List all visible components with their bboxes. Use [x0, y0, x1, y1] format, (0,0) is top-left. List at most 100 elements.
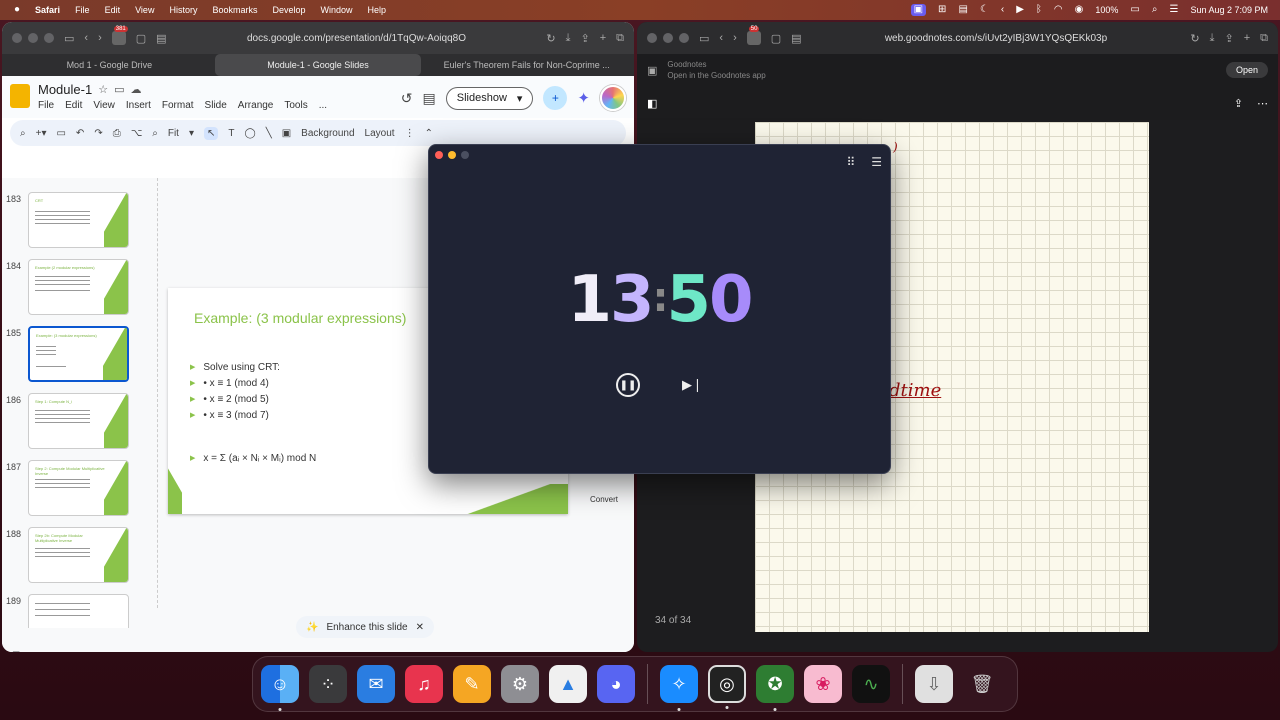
collapse-icon[interactable]: ⌃ [425, 128, 433, 139]
thumbnail-row[interactable]: 189 [2, 594, 134, 628]
reload-icon[interactable]: ↻ [1190, 32, 1199, 45]
window-controls[interactable] [12, 33, 54, 43]
downloads-icon[interactable]: ⇩ [915, 665, 953, 703]
slide-thumbnail-selected[interactable]: Example: (3 modular expressions) [28, 326, 129, 382]
tab-overview-icon[interactable]: ⧉ [616, 32, 624, 45]
menu-help[interactable]: Help [368, 5, 387, 15]
search-icon[interactable]: ⌕ [1152, 5, 1158, 15]
menu-edit[interactable]: Edit [105, 5, 121, 15]
undo-icon[interactable]: ↶ [76, 128, 84, 139]
line-icon[interactable]: ╲ [266, 128, 272, 139]
grid-icon[interactable]: ⊞ [938, 5, 946, 15]
menu-slide[interactable]: Slide [205, 100, 227, 111]
battery-icon[interactable]: ▭ [1130, 5, 1139, 15]
text-box-icon[interactable]: T [228, 128, 234, 139]
menu-format[interactable]: Format [162, 100, 194, 111]
menu-view[interactable]: View [93, 100, 115, 111]
pdf-icon[interactable]: ❀ [804, 665, 842, 703]
play-icon[interactable]: ▶ [1016, 5, 1024, 15]
gemini-icon[interactable]: ✦ [577, 89, 590, 107]
page-icon[interactable]: ▢ [136, 32, 146, 45]
obs-icon[interactable]: ◎ [708, 665, 746, 709]
menu-view[interactable]: View [135, 5, 154, 15]
page-icon[interactable]: ▢ [771, 32, 781, 45]
download-icon[interactable]: ⤓ [1210, 32, 1215, 45]
compact-view-icon[interactable]: ⠿ [846, 155, 855, 169]
back-icon[interactable]: ‹ [84, 32, 88, 44]
new-tab-icon[interactable]: + [1244, 32, 1250, 44]
chevron-down-icon[interactable]: ▾ [517, 92, 523, 105]
search-menus-icon[interactable]: ⌕ [20, 128, 26, 139]
discord-icon[interactable]: ◕ [597, 665, 635, 703]
menu-edit[interactable]: Edit [65, 100, 82, 111]
headphones-icon[interactable]: ◠ [1054, 5, 1063, 15]
zoom-select[interactable]: Fit [168, 128, 179, 139]
control-center-icon[interactable]: ☰ [1169, 5, 1178, 15]
slide-thumbnail[interactable] [28, 594, 129, 628]
download-icon[interactable]: ⤓ [566, 32, 571, 45]
share-icon[interactable]: ⇪ [580, 32, 589, 45]
sidebar-toggle-icon[interactable]: ◧ [647, 97, 657, 110]
screen-share-icon[interactable]: ▣ [910, 4, 927, 16]
select-icon[interactable]: ↖ [203, 126, 219, 140]
more-icon[interactable]: ⋯ [1257, 97, 1268, 110]
menu-app-name[interactable]: Safari [35, 5, 60, 15]
address-bar[interactable]: docs.google.com/presentation/d/1TqQw-Aoi… [177, 33, 537, 44]
extension-icon[interactable]: 50 [746, 26, 761, 45]
convert-label[interactable]: Convert [590, 495, 618, 504]
layout-button[interactable]: Layout [365, 128, 395, 139]
window-controls[interactable] [435, 151, 469, 159]
moon-icon[interactable]: ☾ [980, 5, 989, 15]
thumbnail-row[interactable]: 184 Example (2 modular expressions) [2, 259, 134, 319]
slide-thumbnail[interactable]: Step 1: Compute N_i [28, 393, 129, 449]
menu-arrange[interactable]: Arrange [238, 100, 274, 111]
history-icon[interactable]: ↺ [401, 90, 413, 107]
pages-icon[interactable]: ✎ [453, 665, 491, 703]
collapse-filmstrip-icon[interactable]: ‹ [40, 650, 43, 652]
tab-drive[interactable]: Mod 1 - Google Drive [6, 54, 213, 76]
grid-view-icon[interactable]: ⊞ [12, 650, 20, 652]
settings-icon[interactable]: ⚙ [501, 665, 539, 703]
close-icon[interactable]: ✕ [416, 622, 424, 633]
sidebar-icon[interactable]: ▭ [699, 32, 709, 45]
new-tab-icon[interactable]: + [600, 32, 606, 44]
thumbnail-row[interactable]: 185 Example: (3 modular expressions) [2, 326, 134, 386]
menu-window[interactable]: Window [321, 5, 353, 15]
menu-develop[interactable]: Develop [272, 5, 305, 15]
creative-icon[interactable]: ▲ [549, 665, 587, 703]
comment-icon[interactable]: ▤ [423, 90, 436, 107]
wifi-icon[interactable]: ◉ [1075, 5, 1084, 15]
safari-icon[interactable]: ✧ [660, 665, 698, 711]
menu-history[interactable]: History [169, 5, 197, 15]
tab-euler[interactable]: Euler's Theorem Fails for Non-Coprime ..… [423, 54, 630, 76]
hamburger-menu-icon[interactable]: ☰ [871, 155, 882, 169]
zoom-icon[interactable]: ⌕ [152, 128, 158, 139]
star-icon[interactable]: ☆ [98, 83, 108, 96]
display-icon[interactable]: ▤ [958, 5, 967, 15]
share-icon[interactable]: ⇪ [1224, 32, 1233, 45]
menu-insert[interactable]: Insert [126, 100, 151, 111]
extension-icon[interactable]: 381 [111, 26, 128, 45]
back-icon[interactable]: ‹ [719, 32, 723, 44]
forward-icon[interactable]: › [98, 32, 102, 44]
tab-slides[interactable]: Module-1 - Google Slides [214, 54, 422, 76]
menu-datetime[interactable]: Sun Aug 2 7:09 PM [1190, 5, 1268, 15]
address-bar[interactable]: web.goodnotes.com/s/iUvt2yIBj3W1YQsQEKk0… [812, 33, 1181, 44]
reload-icon[interactable]: ↻ [546, 32, 555, 45]
enhance-slide-chip[interactable]: ✨ Enhance this slide ✕ [296, 616, 435, 638]
launchpad-icon[interactable]: ⁘ [309, 665, 347, 703]
slideshow-button[interactable]: Slideshow ▾ [445, 86, 534, 110]
slide-title[interactable]: Example: (3 modular expressions) [194, 310, 406, 326]
slides-logo-icon[interactable] [10, 84, 30, 108]
cloud-icon[interactable]: ☁ [130, 83, 141, 96]
move-folder-icon[interactable]: ▭ [114, 83, 124, 96]
layout-icon[interactable]: ▭ [56, 128, 65, 139]
doc-title[interactable]: Module-1 [38, 82, 92, 97]
share-button[interactable]: + [543, 86, 568, 110]
skip-icon[interactable]: ▶❘ [682, 377, 703, 393]
bluetooth-icon[interactable]: ᛒ [1036, 5, 1042, 15]
menu-file[interactable]: File [38, 100, 54, 111]
shape-icon[interactable]: ◯ [244, 128, 255, 139]
background-button[interactable]: Background [301, 128, 354, 139]
page-settings-icon[interactable]: ▤ [791, 32, 801, 45]
